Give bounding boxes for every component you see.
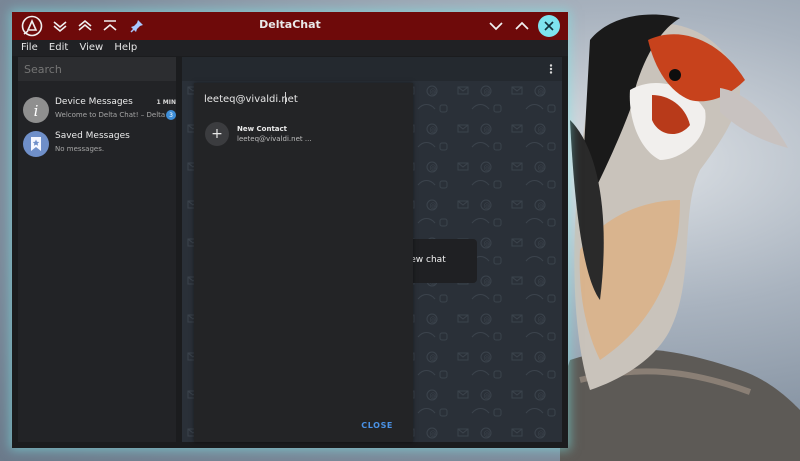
close-button[interactable]: CLOSE (355, 420, 399, 431)
app-window: DeltaChat File Edit View Help i Devic (12, 12, 568, 448)
more-vertical-icon[interactable] (546, 64, 556, 74)
search-input[interactable] (24, 60, 169, 78)
chevron-down-icon[interactable] (486, 16, 506, 36)
window-close-button[interactable] (538, 15, 560, 37)
plus-icon: + (205, 122, 229, 146)
chat-area-header (182, 57, 562, 81)
chat-preview: Welcome to Delta Chat! – Delta ... (55, 111, 165, 119)
title-bar[interactable]: DeltaChat (12, 12, 568, 40)
close-icon (544, 21, 554, 31)
chat-time: 1 MIN (156, 99, 177, 106)
chat-preview: No messages. (55, 145, 105, 153)
new-contact-title: New Contact (237, 125, 288, 133)
new-chat-dialog: + New Contact leeteq@vivaldi.net ... CLO… (194, 83, 413, 442)
chevron-up-icon[interactable] (512, 16, 532, 36)
svg-text:i: i (34, 102, 39, 120)
menu-edit[interactable]: Edit (49, 40, 68, 53)
unread-badge: 3 (166, 110, 176, 120)
menu-help[interactable]: Help (114, 40, 137, 53)
wallpaper-goldfinch (560, 14, 800, 461)
chat-item-device-messages[interactable]: i Device Messages Welcome to Delta Chat!… (18, 93, 176, 127)
new-chat-search-input[interactable] (204, 90, 394, 108)
new-contact-address: leeteq@vivaldi.net ... (237, 135, 312, 143)
window-title: DeltaChat (259, 18, 321, 31)
new-contact-item[interactable]: + New Contact leeteq@vivaldi.net ... (204, 119, 404, 149)
bookmark-icon (24, 132, 48, 156)
info-icon: i (24, 98, 48, 122)
search-bar (18, 57, 176, 81)
avatar: i (23, 97, 49, 123)
chat-title: Saved Messages (55, 131, 130, 141)
menu-file[interactable]: File (21, 40, 38, 53)
menu-view[interactable]: View (79, 40, 103, 53)
chat-title: Device Messages (55, 97, 133, 107)
chat-item-saved-messages[interactable]: Saved Messages No messages. (18, 127, 176, 161)
avatar (23, 131, 49, 157)
menu-bar: File Edit View Help (12, 40, 568, 56)
chat-list-sidebar: i Device Messages Welcome to Delta Chat!… (18, 57, 176, 442)
text-cursor (285, 92, 286, 104)
